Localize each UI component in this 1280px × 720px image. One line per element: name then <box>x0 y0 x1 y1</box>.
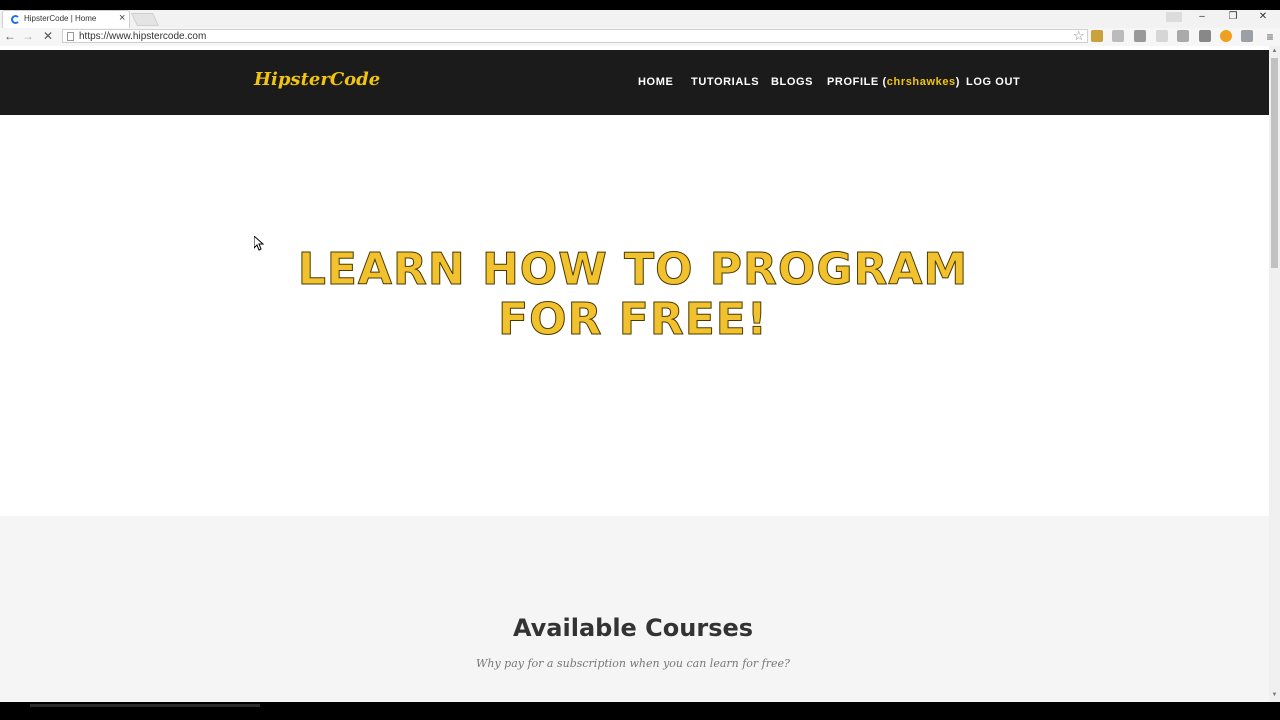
bookmark-star-icon[interactable]: ☆ <box>1073 28 1085 44</box>
extension-icon[interactable] <box>1241 30 1253 42</box>
hero-title-line1: LEARN HOW TO PROGRAM <box>297 244 969 295</box>
tab-title: HipsterCode | Home <box>24 14 97 23</box>
courses-subtitle: Why pay for a subscription when you can … <box>476 657 790 670</box>
loading-spinner-icon <box>11 15 20 24</box>
page-scrollbar[interactable]: ▲ ▼ <box>1269 46 1280 702</box>
nav-profile-prefix: PROFILE ( <box>827 76 887 88</box>
profile-icon[interactable] <box>1166 12 1182 22</box>
site-logo[interactable]: HipsterCode <box>254 69 380 90</box>
nav-home[interactable]: HOME <box>638 76 673 88</box>
extension-icon[interactable] <box>1177 30 1189 42</box>
courses-section: Available Courses Why pay for a subscrip… <box>0 516 1269 702</box>
forward-icon[interactable]: → <box>20 28 36 44</box>
hero-title-line2: FOR FREE! <box>498 294 768 345</box>
hero-section: LEARN HOW TO PROGRAM FOR FREE! <box>0 115 1269 516</box>
nav-blogs[interactable]: BLOGS <box>771 76 813 88</box>
site-navbar: HipsterCode HOME TUTORIALS BLOGS PROFILE… <box>0 50 1269 115</box>
url-text[interactable]: https://www.hipstercode.com <box>79 30 206 43</box>
extension-icon[interactable] <box>1112 30 1124 42</box>
nav-profile[interactable]: PROFILE (chrshawkes) <box>827 76 960 88</box>
scroll-down-icon[interactable]: ▼ <box>1270 691 1279 700</box>
page-viewport: HipsterCode HOME TUTORIALS BLOGS PROFILE… <box>0 46 1269 702</box>
stop-loading-icon[interactable]: ✕ <box>40 28 56 44</box>
scroll-up-icon[interactable]: ▲ <box>1270 47 1279 56</box>
loading-progress <box>30 704 260 707</box>
minimize-button[interactable]: – <box>1190 10 1214 24</box>
menu-icon[interactable]: ≡ <box>1262 29 1278 45</box>
extension-icon[interactable] <box>1199 30 1211 42</box>
address-bar[interactable]: https://www.hipstercode.com ☆ <box>62 28 1088 44</box>
scrollbar-thumb[interactable] <box>1271 58 1278 268</box>
browser-tab-strip <box>0 10 1280 30</box>
page-icon <box>67 32 74 41</box>
nav-logout[interactable]: LOG OUT <box>966 76 1020 88</box>
back-icon[interactable]: ← <box>2 28 18 44</box>
status-bar <box>0 702 1280 720</box>
extension-icon[interactable] <box>1156 30 1168 42</box>
tab-close-icon[interactable]: × <box>119 12 125 24</box>
courses-title: Available Courses <box>512 614 754 642</box>
extension-icon[interactable] <box>1220 30 1232 42</box>
nav-tutorials[interactable]: TUTORIALS <box>691 76 759 88</box>
nav-profile-username: chrshawkes <box>886 76 956 88</box>
mouse-cursor-icon <box>254 236 264 251</box>
browser-tab[interactable]: HipsterCode | Home × <box>2 10 130 30</box>
close-window-button[interactable]: ✕ <box>1251 10 1275 24</box>
nav-profile-suffix: ) <box>955 76 961 88</box>
maximize-button[interactable]: ❐ <box>1221 10 1245 24</box>
hero-title: LEARN HOW TO PROGRAM FOR FREE! <box>0 244 1266 345</box>
download-icon[interactable] <box>1134 30 1146 42</box>
extension-icon[interactable] <box>1091 30 1103 42</box>
